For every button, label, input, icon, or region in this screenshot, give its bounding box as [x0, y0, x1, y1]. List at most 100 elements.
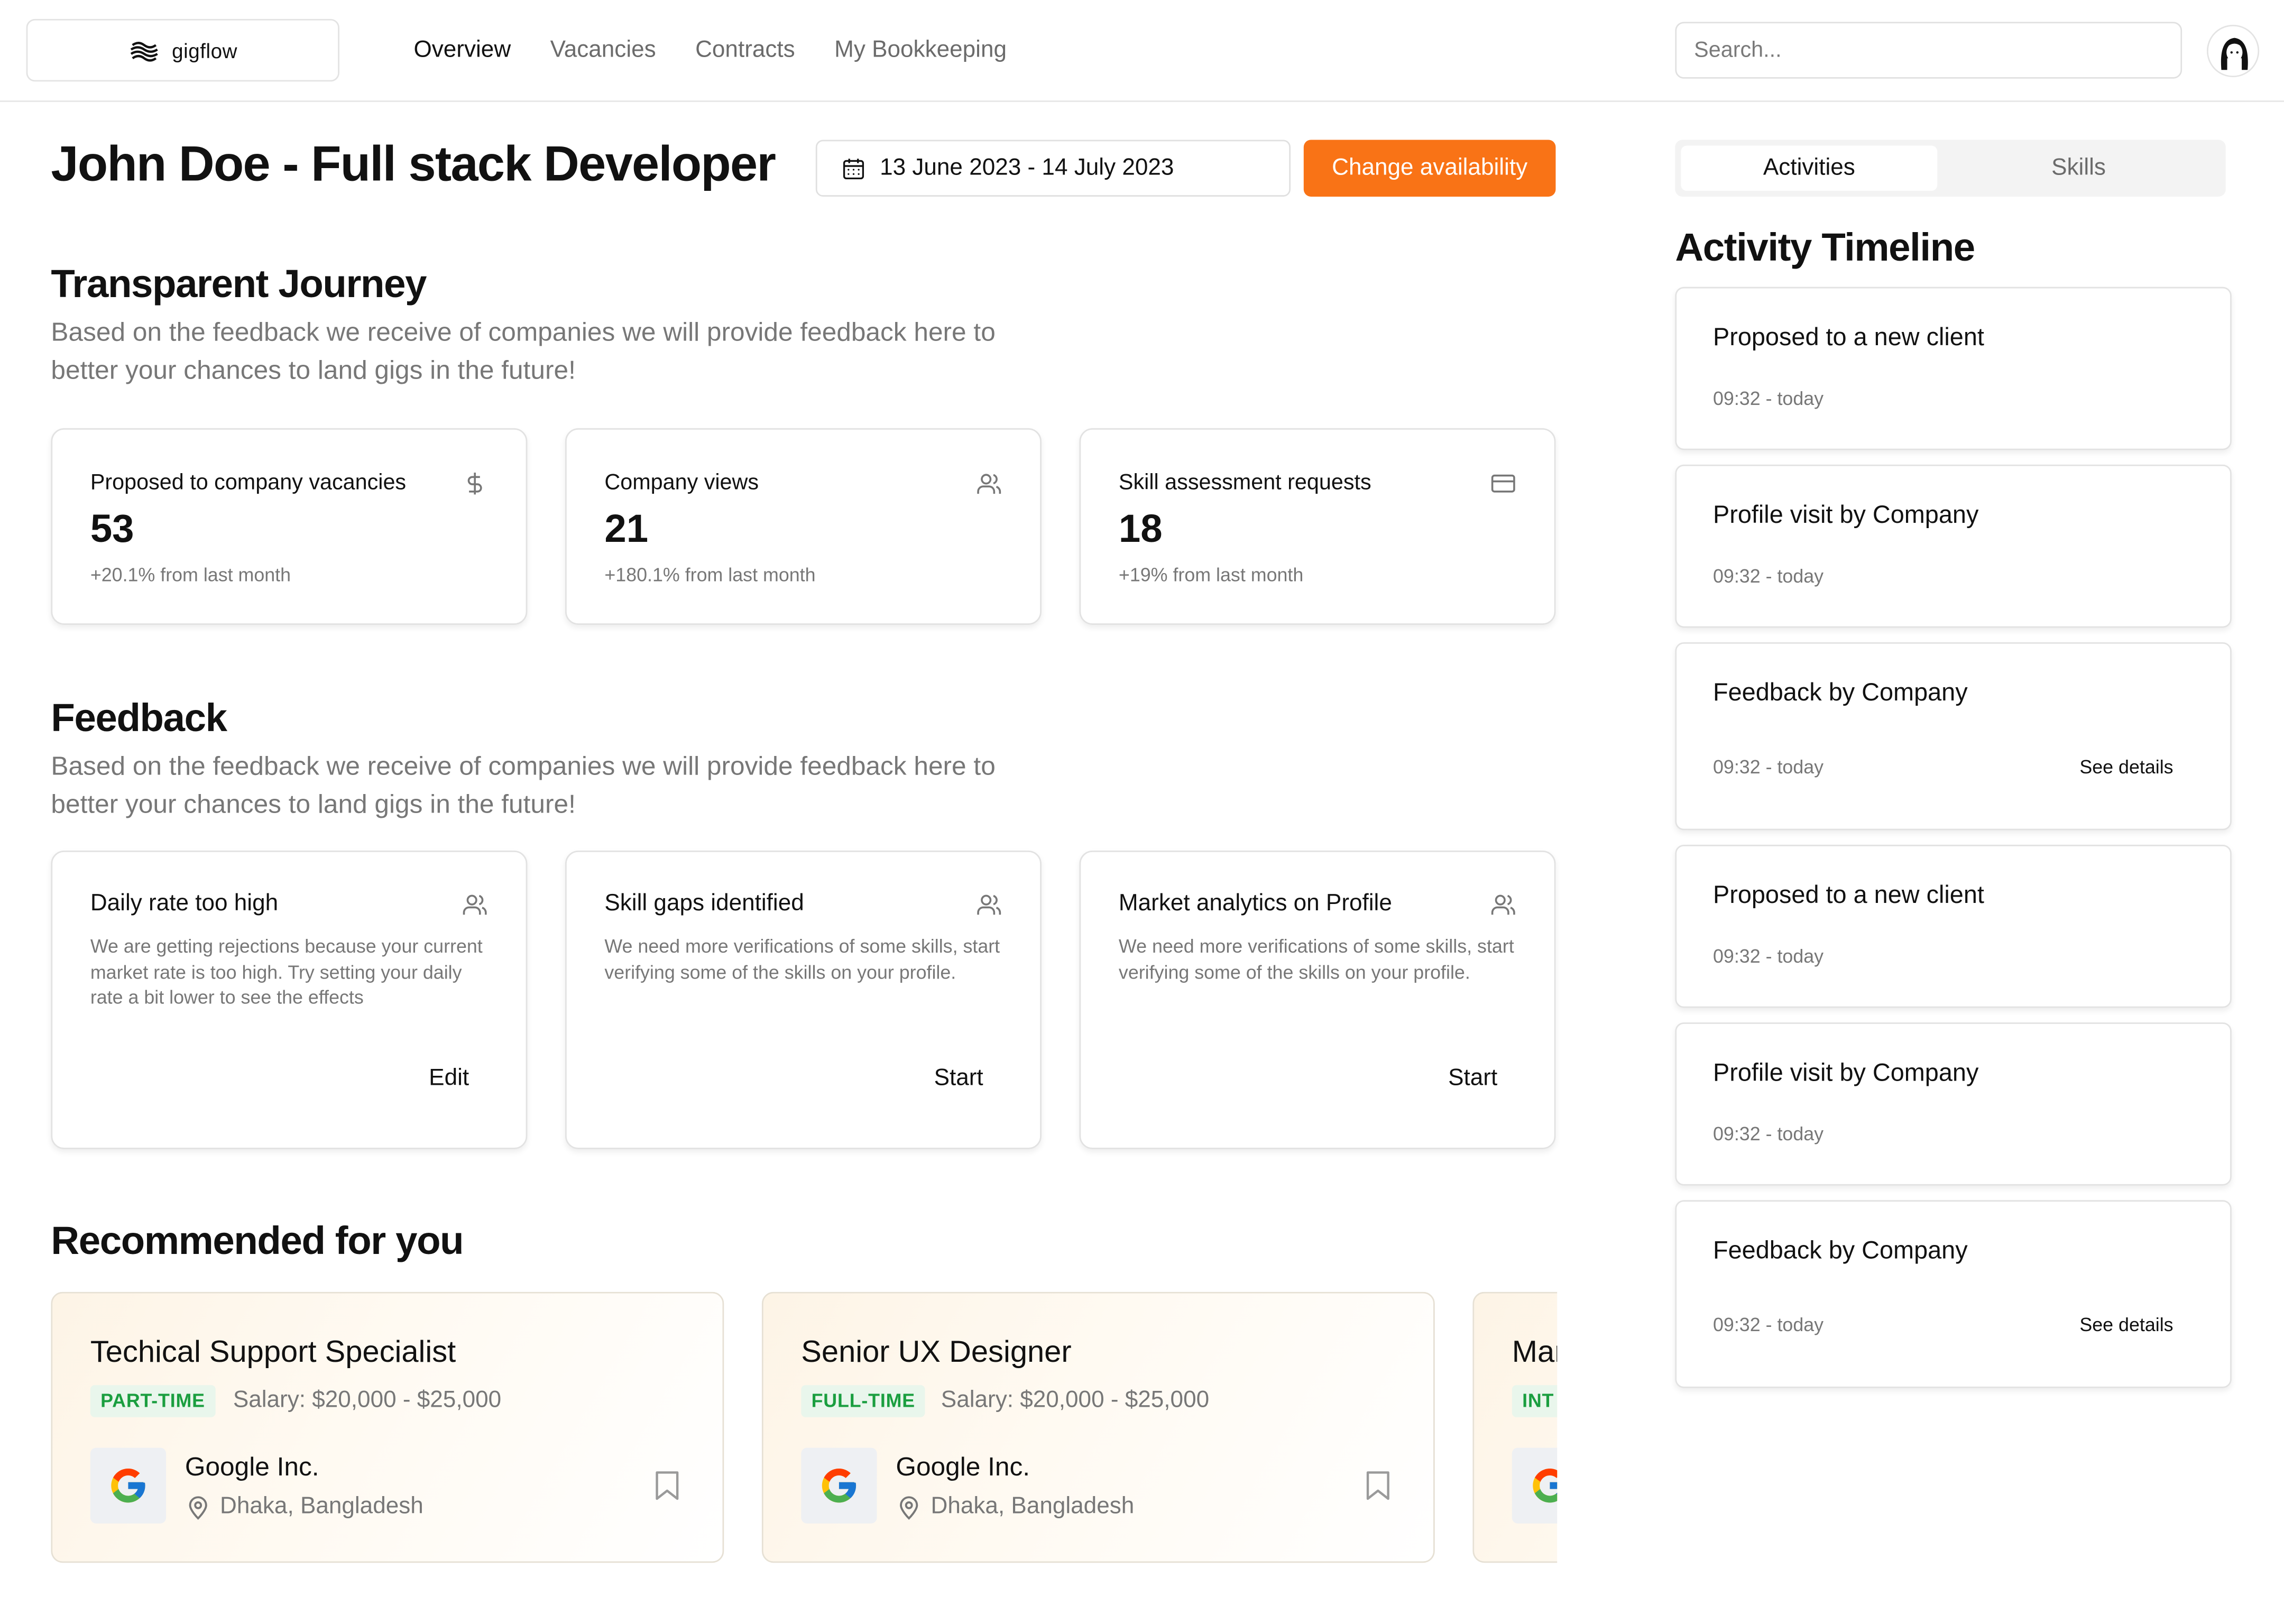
activity-title: Proposed to a new client	[1712, 323, 1984, 351]
calendar-icon	[843, 158, 864, 179]
activity-card: Feedback by Company 09:32 - today See de…	[1675, 642, 2232, 831]
company-name: Google Inc.	[185, 1452, 319, 1481]
start-button[interactable]: Start	[934, 1066, 983, 1093]
credit-card-icon	[1491, 474, 1515, 493]
gigflow-logo-icon	[130, 35, 159, 65]
job-card[interactable]: Mar INT	[1472, 1291, 1558, 1563]
activity-title: Profile visit by Company	[1712, 1058, 1979, 1087]
logo[interactable]: gigflow	[26, 19, 339, 82]
company-name: Google Inc.	[896, 1452, 1030, 1481]
feedback-card-daily-rate: Daily rate too high We are getting rejec…	[51, 850, 528, 1149]
journey-title: Transparent Journey	[51, 262, 427, 306]
stat-card-skill-assessment: Skill assessment requests 18 +19% from l…	[1079, 428, 1556, 625]
job-card[interactable]: Senior UX Designer FULL-TIME Salary: $20…	[761, 1291, 1435, 1563]
job-type-badge: PART-TIME	[90, 1385, 216, 1417]
users-icon	[977, 474, 1001, 494]
activity-time: 09:32 - today	[1712, 387, 1824, 410]
feedback-card-title: Market analytics on Profile	[1118, 891, 1392, 916]
dollar-icon	[467, 473, 482, 495]
job-type-badge: FULL-TIME	[801, 1385, 926, 1417]
user-avatar[interactable]	[2206, 24, 2260, 78]
stat-card-proposed: Proposed to company vacancies 53 +20.1% …	[51, 428, 528, 625]
job-title: Techical Support Specialist	[90, 1335, 456, 1369]
activity-time: 09:32 - today	[1712, 1314, 1824, 1336]
activity-card: Profile visit by Company 09:32 - today	[1675, 1022, 2232, 1186]
google-logo-icon	[111, 1469, 145, 1503]
feedback-card-market-analytics: Market analytics on Profile We need more…	[1079, 850, 1556, 1149]
location-text: Dhaka, Bangladesh	[220, 1494, 423, 1519]
job-location: Dhaka, Bangladesh	[896, 1494, 1134, 1521]
feedback-card-text: We are getting rejections because your c…	[90, 935, 483, 1008]
users-icon	[977, 894, 1001, 915]
stat-change: +180.1% from last month	[604, 564, 816, 586]
stat-label: Skill assessment requests	[1118, 470, 1371, 495]
main-nav: Overview Vacancies Contracts My Bookkeep…	[413, 35, 1007, 67]
feedback-card-text: We need more verifications of some skill…	[1118, 935, 1514, 983]
location-pin-icon	[189, 1496, 207, 1520]
activity-time: 09:32 - today	[1712, 565, 1824, 587]
bookmark-icon[interactable]	[652, 1470, 681, 1502]
activity-title: Proposed to a new client	[1712, 881, 1984, 909]
bookmark-icon[interactable]	[1364, 1470, 1393, 1502]
change-availability-button[interactable]: Change availability	[1303, 140, 1556, 197]
feedback-card-title: Daily rate too high	[90, 891, 279, 916]
date-range-picker[interactable]: 13 June 2023 - 14 July 2023	[815, 140, 1291, 197]
avatar-icon	[2208, 26, 2258, 76]
stat-value: 53	[90, 506, 134, 551]
location-pin-icon	[900, 1496, 918, 1520]
page-title: John Doe - Full stack Developer	[51, 136, 776, 192]
activity-card: Proposed to a new client 09:32 - today	[1675, 287, 2232, 450]
feedback-card-text: We need more verifications of some skill…	[604, 935, 1000, 983]
stat-value: 18	[1118, 506, 1163, 551]
date-range-text: 13 June 2023 - 14 July 2023	[880, 155, 1174, 180]
nav-my-bookkeeping[interactable]: My Bookkeeping	[834, 35, 1007, 67]
activity-card: Proposed to a new client 09:32 - today	[1675, 844, 2232, 1008]
activity-time: 09:32 - today	[1712, 945, 1824, 967]
company-logo	[90, 1447, 167, 1524]
users-icon	[463, 894, 487, 915]
sidebar-tabs: Activities Skills	[1675, 140, 2226, 197]
feedback-card-skill-gaps: Skill gaps identified We need more verif…	[565, 850, 1042, 1149]
nav-overview[interactable]: Overview	[413, 35, 511, 67]
activity-title: Profile visit by Company	[1712, 501, 1979, 529]
top-navigation-bar: gigflow Overview Vacancies Contracts My …	[0, 0, 2284, 102]
logo-text: gigflow	[172, 39, 238, 62]
job-title: Senior UX Designer	[801, 1335, 1072, 1369]
activity-title: Feedback by Company	[1712, 678, 1968, 707]
job-salary: Salary: $20,000 - $25,000	[941, 1388, 1210, 1413]
activity-timeline-title: Activity Timeline	[1675, 226, 1975, 270]
start-button[interactable]: Start	[1448, 1066, 1497, 1093]
edit-button[interactable]: Edit	[429, 1066, 469, 1093]
stat-label: Company views	[604, 470, 759, 495]
users-icon	[1491, 894, 1515, 915]
job-title: Mar	[1512, 1335, 1557, 1369]
activity-time: 09:32 - today	[1712, 755, 1824, 778]
activity-card: Profile visit by Company 09:32 - today	[1675, 464, 2232, 628]
stat-card-company-views: Company views 21 +180.1% from last month	[565, 428, 1042, 625]
activity-title: Feedback by Company	[1712, 1237, 1968, 1265]
app-root: gigflow Overview Vacancies Contracts My …	[0, 0, 2284, 1624]
feedback-description: Based on the feedback we receive of comp…	[51, 751, 996, 819]
company-logo	[1512, 1447, 1558, 1524]
job-card[interactable]: Techical Support Specialist PART-TIME Sa…	[51, 1291, 724, 1563]
job-type-badge: INT	[1512, 1385, 1558, 1417]
tab-activities[interactable]: Activities	[1681, 145, 1938, 191]
stat-value: 21	[604, 506, 649, 551]
google-logo-icon	[822, 1469, 856, 1503]
stat-change: +20.1% from last month	[90, 564, 291, 586]
company-logo	[801, 1447, 877, 1524]
nav-contracts[interactable]: Contracts	[695, 35, 795, 67]
stat-change: +19% from last month	[1118, 564, 1304, 586]
feedback-card-title: Skill gaps identified	[604, 891, 804, 916]
tab-skills[interactable]: Skills	[1937, 146, 2219, 191]
location-text: Dhaka, Bangladesh	[931, 1494, 1135, 1519]
see-details-link[interactable]: See details	[2079, 1314, 2173, 1335]
see-details-link[interactable]: See details	[2079, 756, 2173, 778]
google-logo-icon	[1533, 1469, 1558, 1503]
job-salary: Salary: $20,000 - $25,000	[233, 1388, 502, 1413]
job-location: Dhaka, Bangladesh	[185, 1494, 423, 1521]
journey-description: Based on the feedback we receive of comp…	[51, 317, 996, 385]
stat-label: Proposed to company vacancies	[90, 470, 407, 495]
search-input[interactable]	[1675, 22, 2182, 79]
nav-vacancies[interactable]: Vacancies	[550, 35, 656, 67]
